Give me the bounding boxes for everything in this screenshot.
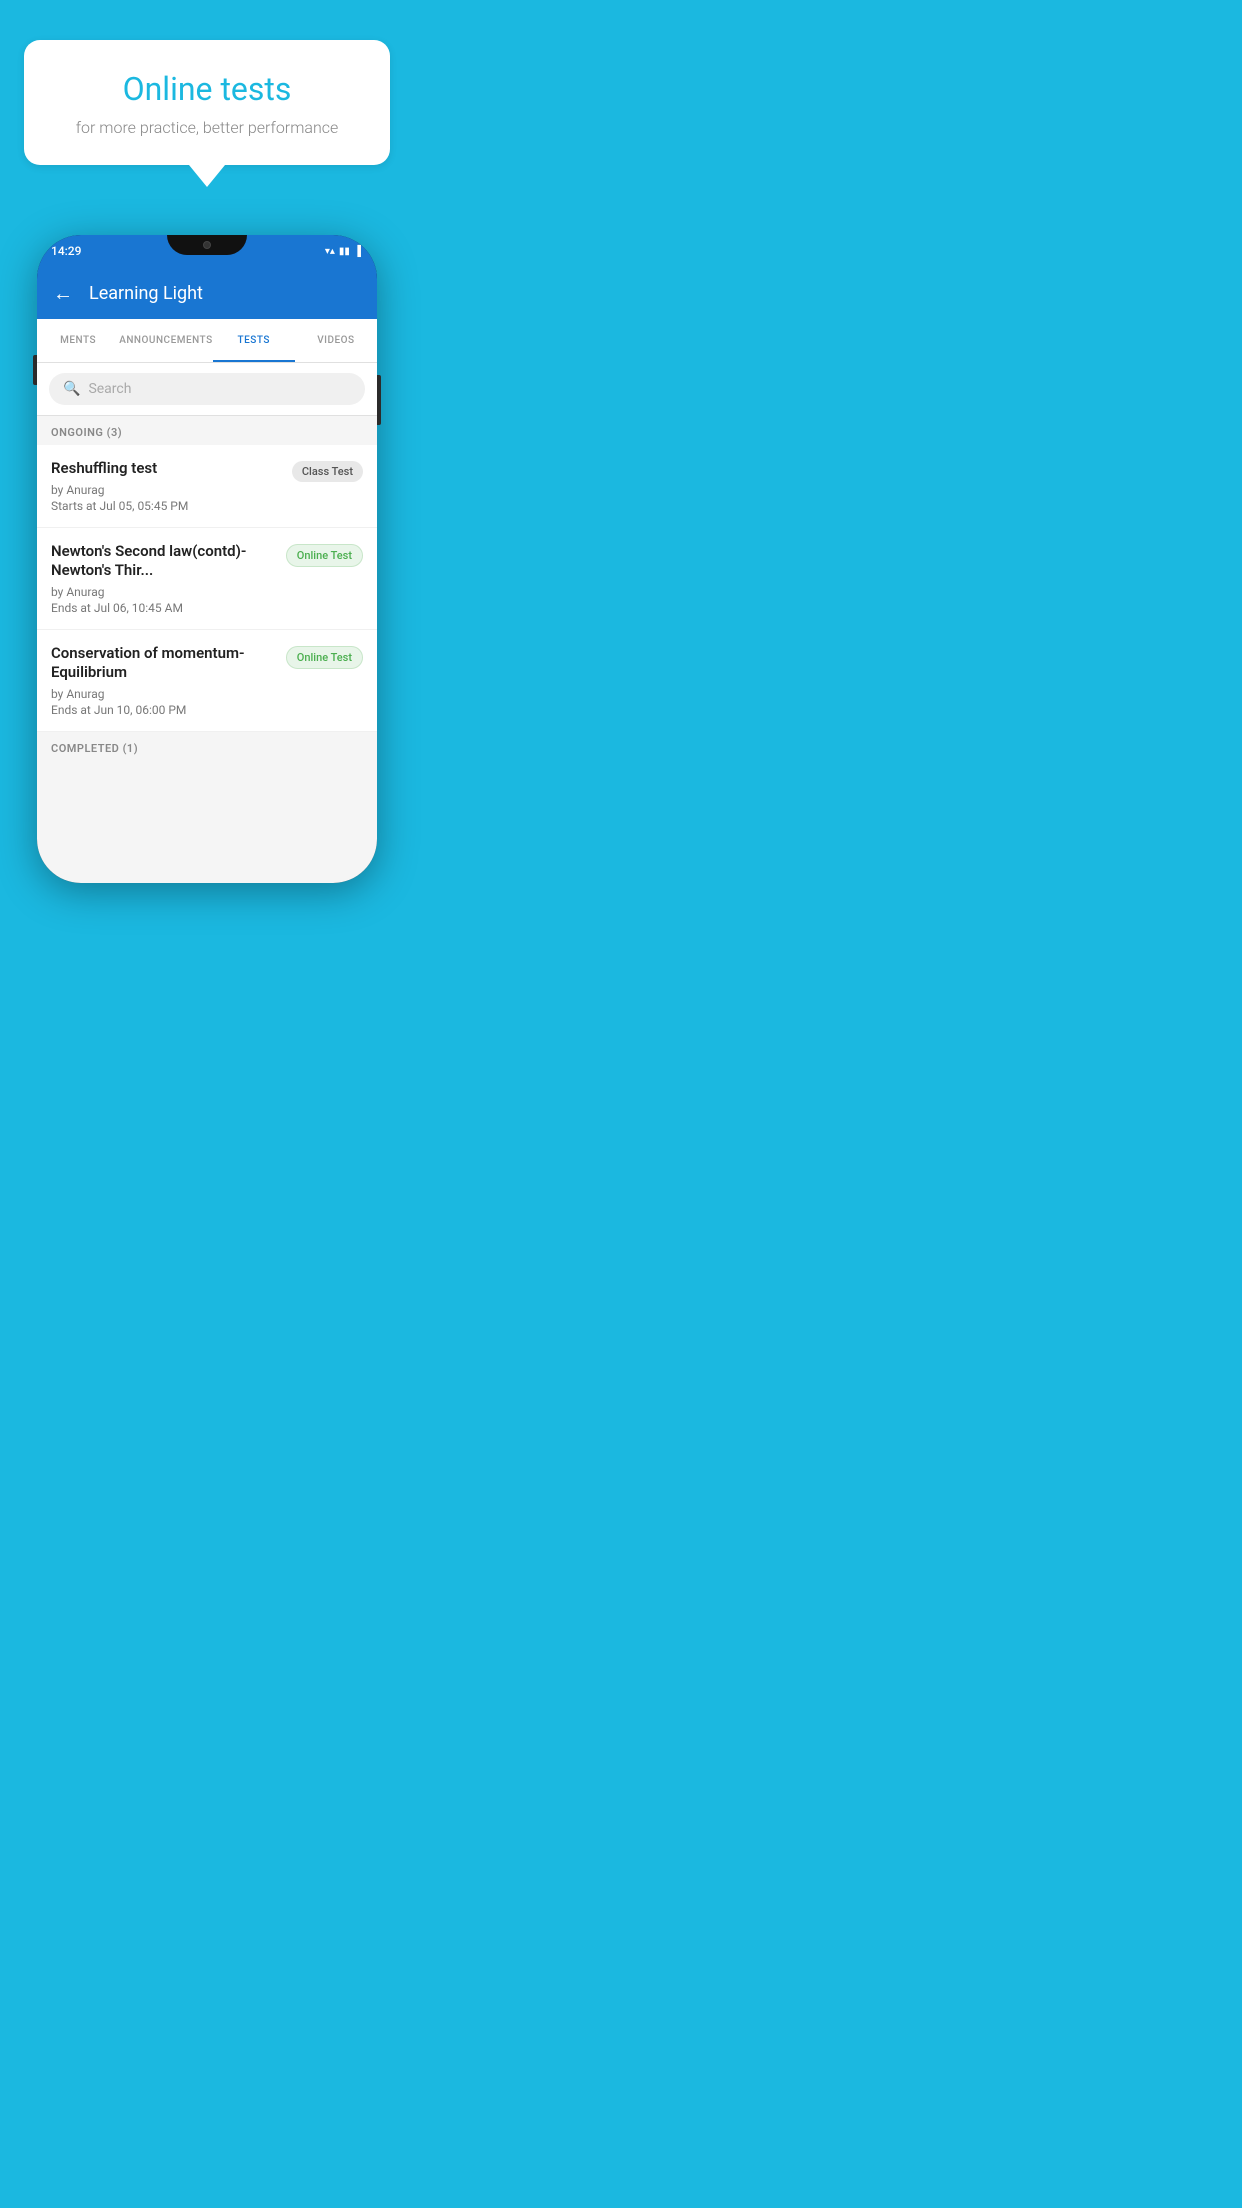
notch (167, 235, 247, 255)
test-badge-1: Class Test (292, 461, 363, 482)
test-name-2: Newton's Second law(contd)-Newton's Thir… (51, 542, 276, 581)
search-input-wrap[interactable]: 🔍 Search (49, 373, 365, 405)
status-time: 14:29 (51, 244, 81, 258)
tab-ments[interactable]: MENTS (37, 319, 119, 362)
side-button-right (377, 375, 381, 425)
test-item-1[interactable]: Reshuffling test by Anurag Starts at Jul… (37, 445, 377, 528)
tab-announcements[interactable]: ANNOUNCEMENTS (119, 319, 212, 362)
phone-outer: 14:29 ▾▴ ▮▮ ▐ ← Learning Light MENTS (37, 235, 377, 883)
test-date-1: Starts at Jul 05, 05:45 PM (51, 499, 282, 513)
test-item-2[interactable]: Newton's Second law(contd)-Newton's Thir… (37, 528, 377, 630)
tab-videos[interactable]: VIDEOS (295, 319, 377, 362)
test-badge-2: Online Test (286, 544, 363, 567)
tab-bar: MENTS ANNOUNCEMENTS TESTS VIDEOS (37, 319, 377, 363)
ongoing-header: ONGOING (3) (37, 416, 377, 445)
test-name-1: Reshuffling test (51, 459, 282, 479)
phone-wrapper: 14:29 ▾▴ ▮▮ ▐ ← Learning Light MENTS (0, 235, 414, 883)
battery-icon: ▐ (354, 246, 361, 257)
test-info-1: Reshuffling test by Anurag Starts at Jul… (51, 459, 282, 513)
speech-bubble: Online tests for more practice, better p… (24, 40, 390, 165)
back-button[interactable]: ← (53, 281, 73, 306)
bubble-title: Online tests (48, 70, 366, 108)
camera-dot (203, 241, 211, 249)
status-icons: ▾▴ ▮▮ ▐ (325, 246, 361, 257)
test-by-1: by Anurag (51, 483, 282, 497)
test-date-3: Ends at Jun 10, 06:00 PM (51, 703, 276, 717)
test-item-3[interactable]: Conservation of momentum-Equilibrium by … (37, 630, 377, 732)
screen-content: 🔍 Search ONGOING (3) Reshuffling test by… (37, 363, 377, 883)
test-by-2: by Anurag (51, 585, 276, 599)
search-icon: 🔍 (63, 381, 80, 397)
completed-header: COMPLETED (1) (37, 732, 377, 761)
top-section: Online tests for more practice, better p… (0, 0, 414, 195)
search-placeholder: Search (88, 381, 131, 397)
test-info-2: Newton's Second law(contd)-Newton's Thir… (51, 542, 276, 615)
test-name-3: Conservation of momentum-Equilibrium (51, 644, 276, 683)
app-bar: ← Learning Light (37, 267, 377, 319)
search-bar: 🔍 Search (37, 363, 377, 416)
bubble-subtitle: for more practice, better performance (48, 118, 366, 137)
app-title: Learning Light (89, 283, 203, 304)
test-date-2: Ends at Jul 06, 10:45 AM (51, 601, 276, 615)
tab-tests[interactable]: TESTS (213, 319, 295, 362)
wifi-icon: ▾▴ (325, 246, 335, 257)
test-badge-3: Online Test (286, 646, 363, 669)
test-info-3: Conservation of momentum-Equilibrium by … (51, 644, 276, 717)
phone-mockup: 14:29 ▾▴ ▮▮ ▐ ← Learning Light MENTS (37, 235, 377, 883)
signal-icon: ▮▮ (339, 246, 350, 257)
test-by-3: by Anurag (51, 687, 276, 701)
status-bar: 14:29 ▾▴ ▮▮ ▐ (37, 235, 377, 267)
